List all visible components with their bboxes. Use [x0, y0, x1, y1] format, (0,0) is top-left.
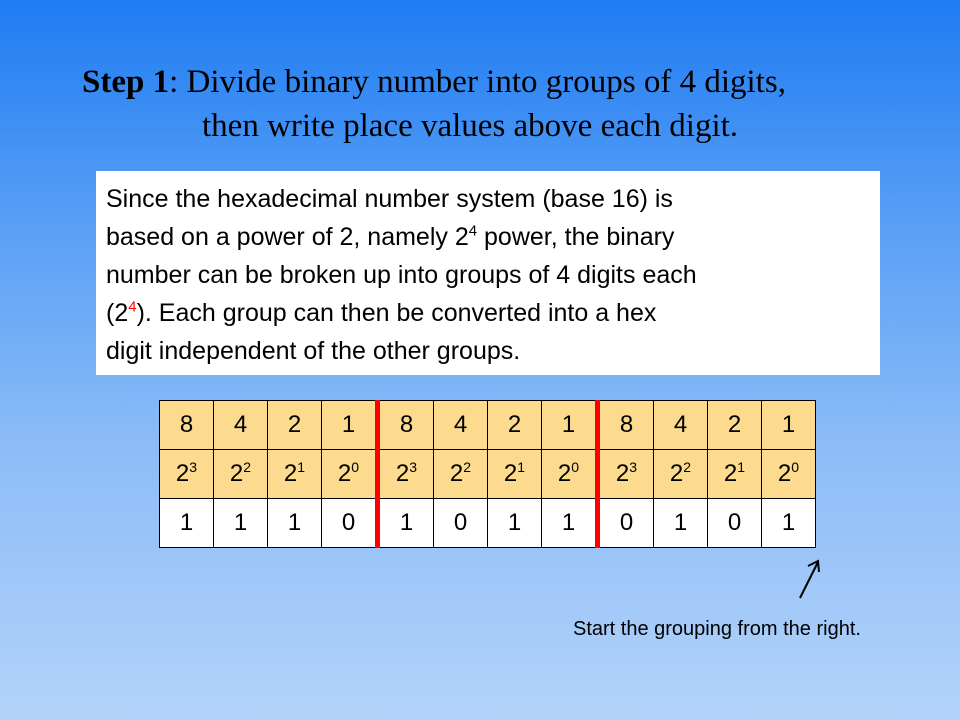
- exponent: 4: [468, 222, 478, 240]
- power-exponent: 0: [791, 459, 800, 475]
- binary-digit-cell: 0: [321, 498, 378, 548]
- place-value-cell: 2: [487, 400, 542, 450]
- binary-digit-cell: 1: [487, 498, 542, 548]
- power-base: 2: [449, 460, 464, 487]
- binary-digit-cell: 1: [541, 498, 598, 548]
- power-base: 2: [615, 460, 630, 487]
- grouping-caption: Start the grouping from the right.: [573, 618, 861, 640]
- binary-digit-cell: 1: [375, 498, 434, 548]
- power-exponent: 3: [629, 459, 638, 475]
- power-row: 23 22 21 20 23 22 21 20 23 22 21 20: [159, 449, 816, 499]
- power-cell: 20: [541, 449, 598, 499]
- power-cell: 23: [595, 449, 654, 499]
- title-line-1-text: : Divide binary number into groups of 4 …: [169, 64, 786, 100]
- power-cell: 23: [159, 449, 214, 499]
- power-exponent: 0: [351, 459, 360, 475]
- power-exponent: 1: [737, 459, 746, 475]
- place-value-cell: 4: [433, 400, 488, 450]
- step-label: Step 1: [82, 64, 170, 100]
- place-value-cell: 4: [653, 400, 708, 450]
- power-base: 2: [669, 460, 684, 487]
- power-base: 2: [175, 460, 190, 487]
- power-exponent: 3: [409, 459, 418, 475]
- power-exponent: 2: [243, 459, 252, 475]
- power-base: 2: [557, 460, 572, 487]
- place-value-cell: 1: [541, 400, 598, 450]
- exponent-highlight: 4: [128, 298, 137, 316]
- power-cell: 20: [321, 449, 378, 499]
- place-value-cell: 2: [267, 400, 322, 450]
- explanation-line-5: digit independent of the other groups.: [106, 337, 521, 365]
- title-line-2: then write place values above each digit…: [202, 108, 739, 144]
- binary-digit-cell: 0: [707, 498, 762, 548]
- binary-digit-cell: 1: [213, 498, 268, 548]
- explanation-text: power, the binary: [477, 223, 675, 251]
- explanation-line-3: number can be broken up into groups of 4…: [106, 261, 697, 289]
- title-line-1: Step 1: Divide binary number into groups…: [82, 60, 786, 104]
- place-value-cell: 8: [375, 400, 434, 450]
- power-base: 2: [777, 460, 792, 487]
- power-base: 2: [395, 460, 410, 487]
- place-value-cell: 2: [707, 400, 762, 450]
- power-base: 2: [337, 460, 352, 487]
- binary-digit-cell: 1: [159, 498, 214, 548]
- binary-digit-cell: 0: [595, 498, 654, 548]
- power-cell: 22: [213, 449, 268, 499]
- binary-digit-cell: 0: [433, 498, 488, 548]
- binary-digit-row: 1 1 1 0 1 0 1 1 0 1 0 1: [159, 498, 816, 548]
- place-value-cell: 4: [213, 400, 268, 450]
- power-cell: 23: [375, 449, 434, 499]
- place-value-cell: 8: [159, 400, 214, 450]
- power-cell: 21: [267, 449, 322, 499]
- power-cell: 20: [761, 449, 816, 499]
- power-cell: 22: [433, 449, 488, 499]
- power-base: 2: [229, 460, 244, 487]
- arrow-up-right-icon: [799, 559, 820, 599]
- place-value-row: 8 4 2 1 8 4 2 1 8 4 2 1: [159, 400, 816, 450]
- binary-digit-cell: 1: [653, 498, 708, 548]
- explanation-line-1: Since the hexadecimal number system (bas…: [106, 185, 673, 213]
- binary-digit-cell: 1: [267, 498, 322, 548]
- power-exponent: 1: [297, 459, 306, 475]
- power-base: 2: [503, 460, 518, 487]
- power-cell: 22: [653, 449, 708, 499]
- explanation-box: Since the hexadecimal number system (bas…: [96, 171, 880, 375]
- power-cell: 21: [707, 449, 762, 499]
- place-value-cell: 1: [321, 400, 378, 450]
- power-exponent: 1: [517, 459, 526, 475]
- power-exponent: 2: [463, 459, 472, 475]
- place-value-cell: 1: [761, 400, 816, 450]
- binary-grouping-table: 8 4 2 1 8 4 2 1 8 4 2 1 23 22 21 20 23 2…: [159, 400, 816, 548]
- power-base: 2: [723, 460, 738, 487]
- power-exponent: 3: [189, 459, 198, 475]
- explanation-line-2: based on a power of 2, namely 24 power, …: [106, 218, 870, 256]
- explanation-text: based on a power of 2, namely 2: [106, 223, 469, 251]
- explanation-text: (2: [106, 299, 129, 327]
- power-cell: 21: [487, 449, 542, 499]
- explanation-text: ). Each group can then be converted into…: [136, 299, 657, 327]
- explanation-line-4: (24). Each group can then be converted i…: [106, 294, 870, 332]
- power-exponent: 0: [571, 459, 580, 475]
- place-value-cell: 8: [595, 400, 654, 450]
- binary-digit-cell: 1: [761, 498, 816, 548]
- power-exponent: 2: [683, 459, 692, 475]
- power-base: 2: [283, 460, 298, 487]
